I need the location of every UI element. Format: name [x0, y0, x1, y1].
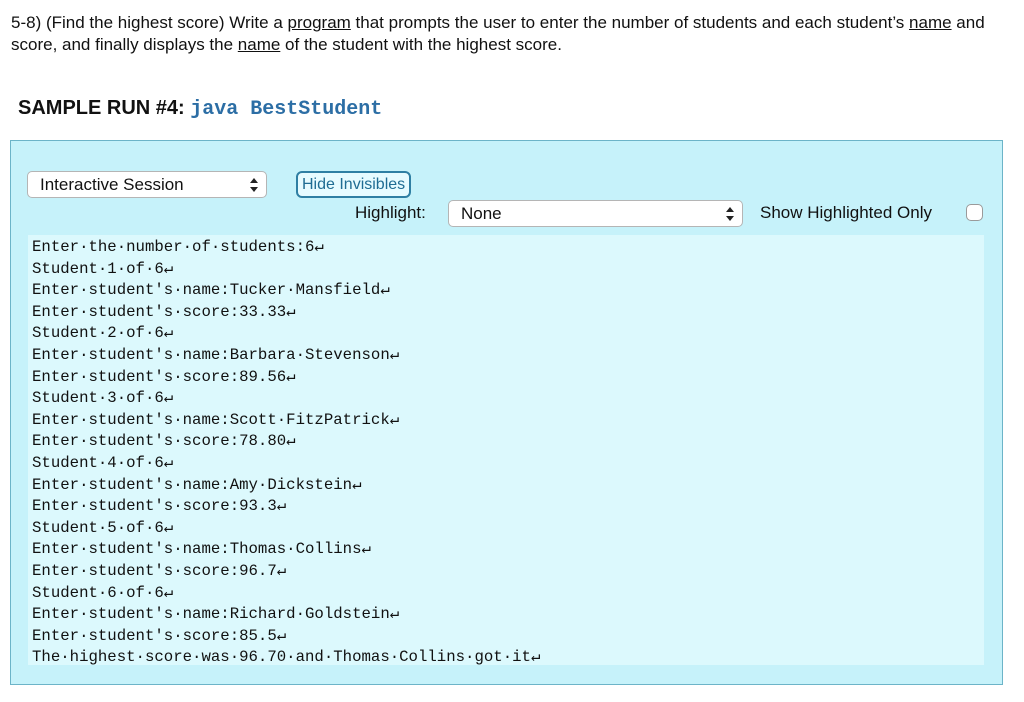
sample-run-label: SAMPLE RUN #4:	[18, 97, 191, 119]
problem-text-prefix: 5-8) (Find the highest score) Write a	[11, 13, 288, 32]
sample-run-command: java BestStudent	[190, 98, 383, 121]
transcript-line: Student·6·of·6↵	[32, 583, 174, 602]
highlight-select-value: None	[461, 204, 502, 223]
transcript-line: The·highest·score·was·96.70·and·Thomas·C…	[32, 648, 541, 667]
hide-invisibles-button[interactable]: Hide Invisibles	[296, 171, 412, 198]
transcript-line: Enter·student's·name:Scott·FitzPatrick↵	[32, 410, 400, 429]
transcript-line: Enter·student's·score:96.7↵	[32, 561, 287, 580]
transcript-line: Enter·student's·name:Barbara·Stevenson↵	[32, 345, 400, 364]
program-link[interactable]: program	[288, 13, 351, 32]
transcript-line: Student·3·of·6↵	[32, 389, 174, 408]
session-panel: Interactive Session Hide Invisibles High…	[10, 140, 1003, 685]
transcript-line: Enter·student's·score:89.56↵	[32, 367, 296, 386]
select-updown-icon	[726, 207, 734, 221]
transcript-line: Enter·student's·score:33.33↵	[32, 302, 296, 321]
transcript-line: Enter·student's·name:Richard·Goldstein↵	[32, 605, 400, 624]
session-type-select[interactable]: Interactive Session	[27, 171, 267, 198]
transcript-line: Enter·student's·score:93.3↵	[32, 497, 287, 516]
transcript-line: Enter·student's·name:Amy·Dickstein↵	[32, 475, 362, 494]
highlight-label: Highlight:	[355, 203, 426, 222]
transcript-line: Student·1·of·6↵	[32, 259, 174, 278]
show-highlighted-only-label: Show Highlighted Only	[760, 203, 932, 222]
problem-text-suffix: of the student with the highest score.	[280, 35, 562, 54]
session-select-value: Interactive Session	[40, 175, 184, 194]
transcript-line: Enter·the·number·of·students:6↵	[32, 238, 324, 256]
highlight-select[interactable]: None	[448, 200, 743, 227]
sample-run-heading: SAMPLE RUN #4: java BestStudent	[18, 97, 382, 121]
session-transcript: Enter·the·number·of·students:6↵ Student·…	[28, 235, 984, 666]
transcript-line: Student·5·of·6↵	[32, 518, 174, 537]
transcript-line: Student·4·of·6↵	[32, 453, 174, 472]
transcript-line: Enter·student's·name:Thomas·Collins↵	[32, 540, 371, 559]
transcript-line: Enter·student's·score:78.80↵	[32, 432, 296, 451]
name-link-1[interactable]: name	[909, 13, 952, 32]
transcript-line: Enter·student's·name:Tucker·Mansfield↵	[32, 281, 390, 300]
problem-statement: 5-8) (Find the highest score) Write a pr…	[11, 12, 1011, 56]
transcript-line: Student·2·of·6↵	[32, 324, 174, 343]
transcript-line: Enter·student's·score:85.5↵	[32, 626, 287, 645]
show-highlighted-only-checkbox[interactable]	[966, 204, 983, 221]
select-updown-icon	[250, 178, 258, 192]
name-link-2[interactable]: name	[238, 35, 281, 54]
problem-text-middle: that prompts the user to enter the numbe…	[350, 13, 910, 32]
